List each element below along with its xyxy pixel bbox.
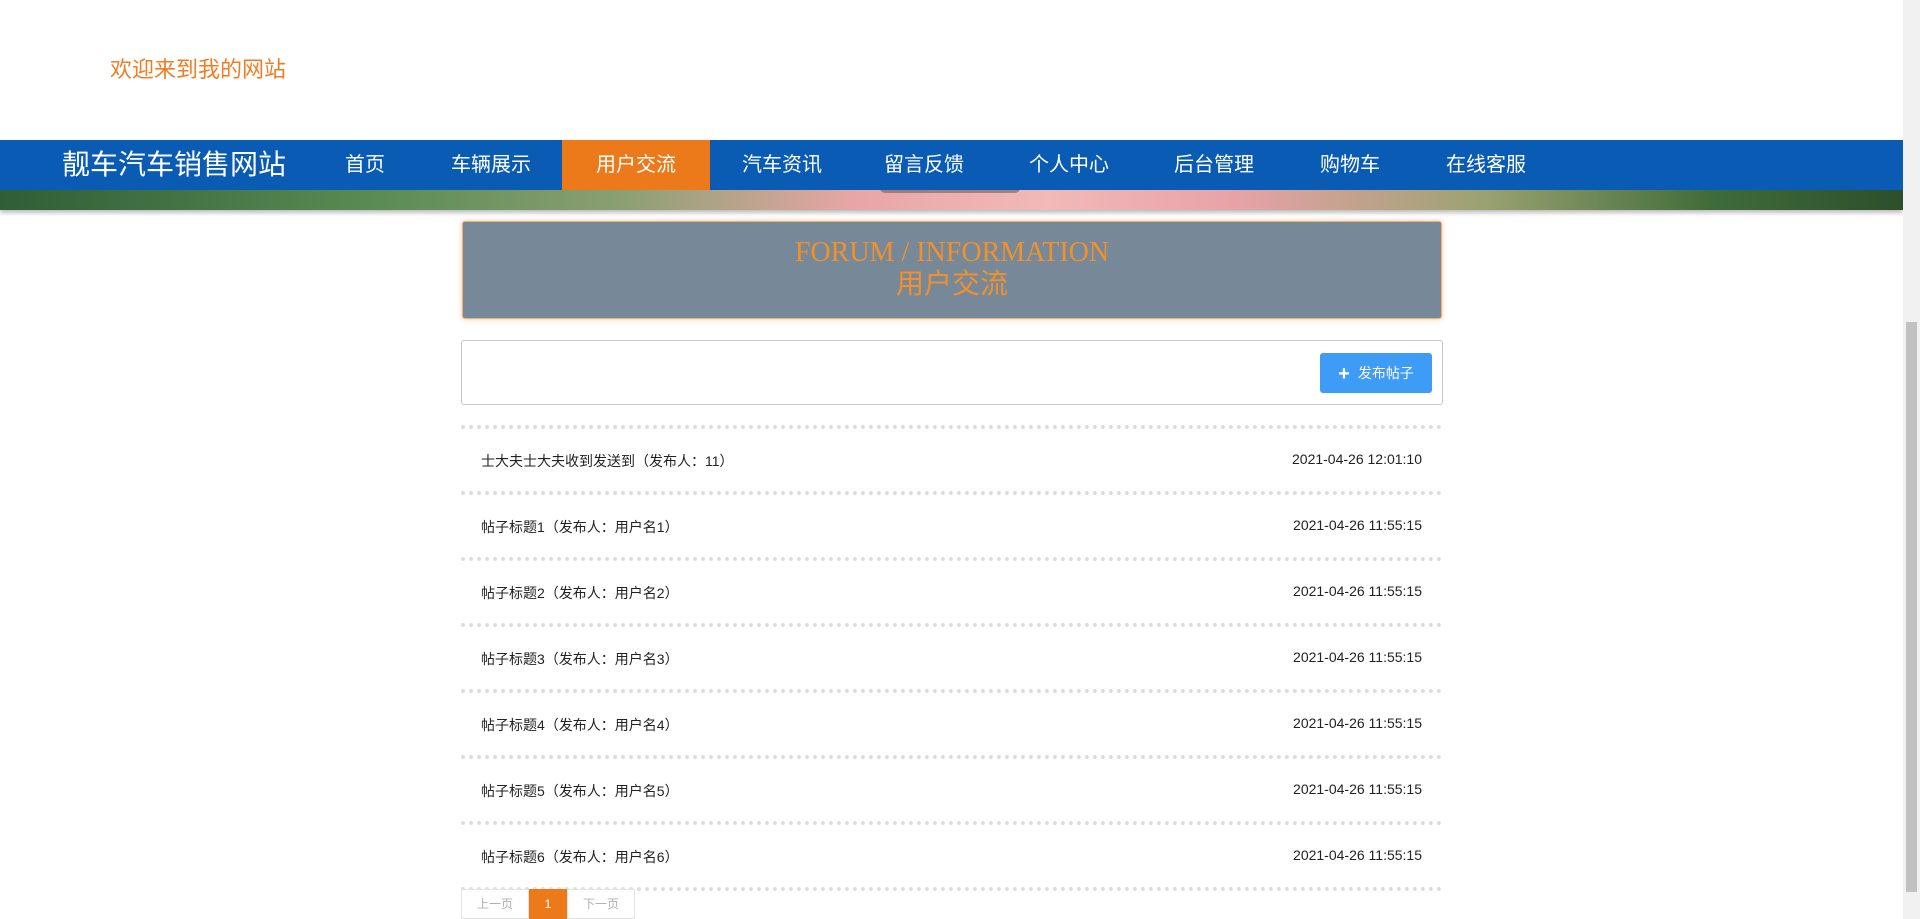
- nav-item-customer-service[interactable]: 在线客服: [1424, 140, 1548, 190]
- post-time: 2021-04-26 11:55:15: [1293, 847, 1422, 863]
- section-header: FORUM / INFORMATION 用户交流: [462, 221, 1442, 319]
- nav-item-home[interactable]: 首页: [321, 140, 409, 190]
- post-time: 2021-04-26 12:01:10: [1292, 451, 1422, 467]
- nav-item-news[interactable]: 汽车资讯: [720, 140, 844, 190]
- page-number-current[interactable]: 1: [529, 889, 567, 919]
- list-item: 帖子标题5（发布人：用户名5） 2021-04-26 11:55:15: [461, 755, 1442, 821]
- section-title-zh: 用户交流: [895, 269, 1008, 300]
- section-title-en: FORUM / INFORMATION: [794, 237, 1110, 268]
- scrollbar-thumb[interactable]: [1906, 322, 1917, 892]
- list-item: 帖子标题4（发布人：用户名4） 2021-04-26 11:55:15: [461, 689, 1442, 755]
- post-title-link[interactable]: 帖子标题2（发布人：用户名2）: [481, 583, 679, 603]
- prev-page-button[interactable]: 上一页: [461, 889, 529, 919]
- post-title-link[interactable]: 士大夫士大夫收到发送到（发布人：11）: [481, 451, 734, 471]
- nav-item-forum[interactable]: 用户交流: [562, 140, 710, 190]
- page: 欢迎来到我的网站 靓车汽车销售网站 首页 车辆展示 用户交流 汽车资讯 留言反馈…: [0, 0, 1920, 919]
- post-list: 士大夫士大夫收到发送到（发布人：11） 2021-04-26 12:01:10 …: [461, 425, 1442, 891]
- post-title-link[interactable]: 帖子标题6（发布人：用户名6）: [481, 847, 679, 867]
- nav-item-cart[interactable]: 购物车: [1298, 140, 1402, 190]
- next-page-button[interactable]: 下一页: [567, 889, 635, 919]
- vertical-scrollbar[interactable]: [1903, 0, 1920, 919]
- nav-item-admin[interactable]: 后台管理: [1152, 140, 1276, 190]
- list-item: 帖子标题3（发布人：用户名3） 2021-04-26 11:55:15: [461, 623, 1442, 689]
- list-item: 帖子标题6（发布人：用户名6） 2021-04-26 11:55:15: [461, 821, 1442, 887]
- site-brand[interactable]: 靓车汽车销售网站: [62, 140, 286, 190]
- nav-item-user-center[interactable]: 个人中心: [1007, 140, 1131, 190]
- main-nav: 靓车汽车销售网站 首页 车辆展示 用户交流 汽车资讯 留言反馈 个人中心 后台管…: [0, 140, 1903, 190]
- post-title-link[interactable]: 帖子标题3（发布人：用户名3）: [481, 649, 679, 669]
- plus-icon: +: [1338, 363, 1350, 385]
- new-post-button[interactable]: + 发布帖子: [1320, 353, 1432, 393]
- post-time: 2021-04-26 11:55:15: [1293, 583, 1422, 599]
- welcome-text: 欢迎来到我的网站: [110, 57, 287, 82]
- forum-toolbar: + 发布帖子: [461, 340, 1443, 405]
- list-item: 帖子标题2（发布人：用户名2） 2021-04-26 11:55:15: [461, 557, 1442, 623]
- post-time: 2021-04-26 11:55:15: [1293, 649, 1422, 665]
- nav-item-cars[interactable]: 车辆展示: [431, 140, 551, 190]
- list-item: 士大夫士大夫收到发送到（发布人：11） 2021-04-26 12:01:10: [461, 425, 1442, 491]
- post-title-link[interactable]: 帖子标题5（发布人：用户名5）: [481, 781, 679, 801]
- post-title-link[interactable]: 帖子标题4（发布人：用户名4）: [481, 715, 679, 735]
- new-post-label: 发布帖子: [1357, 365, 1414, 381]
- list-item: 帖子标题1（发布人：用户名1） 2021-04-26 11:55:15: [461, 491, 1442, 557]
- nav-item-feedback[interactable]: 留言反馈: [862, 140, 986, 190]
- pagination: 上一页 1 下一页: [461, 889, 635, 919]
- post-time: 2021-04-26 11:55:15: [1293, 781, 1422, 797]
- post-time: 2021-04-26 11:55:15: [1293, 715, 1422, 731]
- post-title-link[interactable]: 帖子标题1（发布人：用户名1）: [481, 517, 679, 537]
- post-time: 2021-04-26 11:55:15: [1293, 517, 1422, 533]
